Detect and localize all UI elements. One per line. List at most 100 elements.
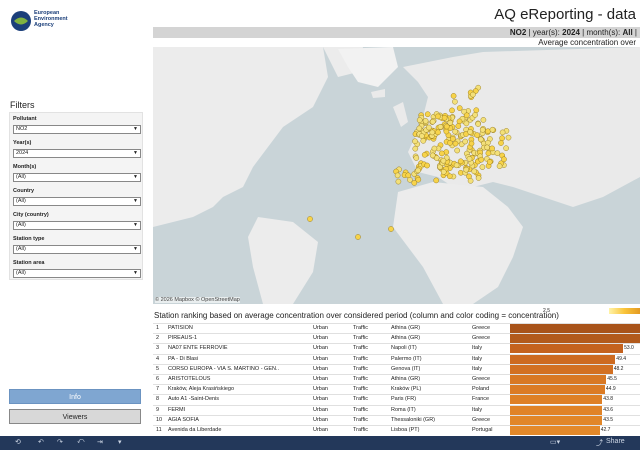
station-marker[interactable]	[505, 134, 512, 141]
station-marker[interactable]	[455, 123, 462, 129]
station-marker[interactable]	[479, 127, 486, 133]
revert-icon[interactable]: ⟲	[15, 438, 21, 446]
station-marker[interactable]	[479, 164, 486, 170]
station-marker[interactable]	[456, 118, 463, 125]
table-row[interactable]: 8 Auto A1 -Saint-Denis Urban Traffic Paris (…	[153, 394, 640, 405]
station-marker[interactable]	[475, 121, 481, 127]
more-icon[interactable]: ▾	[118, 438, 122, 446]
table-row[interactable]: 9 FERMI Urban Traffic Roma (IT) Italy 43.6	[153, 404, 640, 415]
station-marker[interactable]	[412, 145, 419, 152]
station-marker[interactable]	[388, 226, 394, 232]
station-marker[interactable]	[453, 162, 460, 169]
table-row[interactable]: 10 AGIA SOFIA Urban Traffic Thessaloniki (GR…	[153, 414, 640, 425]
filter-dropdown-6[interactable]: (All) ▼	[13, 269, 141, 278]
station-marker[interactable]	[452, 98, 458, 105]
station-marker[interactable]	[450, 93, 457, 99]
station-marker[interactable]	[494, 150, 501, 156]
map-canvas[interactable]	[153, 47, 640, 304]
station-marker[interactable]	[501, 156, 507, 163]
station-marker[interactable]	[485, 140, 491, 146]
table-row[interactable]: 1 PATISION Urban Traffic Athina (GR) Greece	[153, 323, 640, 333]
station-marker[interactable]	[429, 118, 436, 125]
station-marker[interactable]	[443, 123, 450, 130]
station-marker[interactable]	[499, 129, 506, 136]
station-marker[interactable]	[478, 156, 485, 163]
station-marker[interactable]	[499, 135, 505, 141]
station-marker[interactable]	[424, 162, 430, 169]
station-marker[interactable]	[468, 140, 475, 147]
pause-icon[interactable]: ⇥	[97, 438, 103, 446]
station-marker[interactable]	[489, 126, 496, 133]
station-marker[interactable]	[413, 155, 420, 161]
station-marker[interactable]	[435, 113, 441, 120]
station-marker[interactable]	[307, 216, 313, 222]
filter-dropdown-1[interactable]: 2024 ▼	[13, 149, 141, 158]
station-marker[interactable]	[456, 105, 463, 111]
station-marker[interactable]	[475, 175, 482, 181]
station-marker[interactable]	[421, 152, 428, 158]
station-marker[interactable]	[452, 128, 458, 135]
station-marker[interactable]	[457, 158, 464, 165]
station-marker[interactable]	[416, 117, 423, 123]
refresh-icon[interactable]: ⤺	[77, 438, 84, 446]
station-marker[interactable]	[463, 166, 470, 173]
station-marker[interactable]	[422, 118, 429, 124]
station-marker[interactable]	[449, 136, 456, 142]
station-marker[interactable]	[449, 107, 455, 114]
station-marker[interactable]	[433, 177, 440, 184]
station-marker[interactable]	[467, 129, 473, 135]
station-marker[interactable]	[355, 234, 361, 240]
station-marker[interactable]	[425, 124, 432, 131]
station-marker[interactable]	[472, 112, 478, 118]
station-marker[interactable]	[496, 163, 503, 169]
station-marker[interactable]	[412, 138, 418, 145]
table-row[interactable]: 5 CORSO EUROPA - VIA S. MARTINO - GEN.. Ur…	[153, 363, 640, 374]
station-marker[interactable]	[474, 132, 480, 138]
station-marker[interactable]	[452, 140, 459, 147]
table-row[interactable]: 3 NA07 ENTE FERROVIE Urban Traffic Napoli (I…	[153, 343, 640, 354]
table-row[interactable]: 11 Avenida da Liberdade Urban Traffic Lisboa…	[153, 424, 640, 435]
filter-dropdown-0[interactable]: NO2 ▼	[13, 125, 141, 134]
viewers-button[interactable]: Viewers	[9, 409, 141, 424]
station-marker[interactable]	[489, 145, 495, 152]
station-marker[interactable]	[429, 129, 436, 136]
undo-icon[interactable]: ↶	[38, 438, 44, 446]
station-marker[interactable]	[415, 167, 421, 174]
info-button[interactable]: Info	[9, 389, 141, 404]
share-button[interactable]: Share	[606, 438, 625, 445]
station-marker[interactable]	[435, 129, 441, 136]
filter-dropdown-3[interactable]: (All) ▼	[13, 197, 141, 206]
station-marker[interactable]	[484, 144, 490, 151]
filter-dropdown-5[interactable]: (All) ▼	[13, 245, 141, 254]
station-marker[interactable]	[446, 173, 453, 179]
station-marker[interactable]	[437, 124, 444, 130]
station-map[interactable]: © 2026 Mapbox © OpenStreetMap	[153, 47, 640, 304]
station-marker[interactable]	[498, 140, 504, 146]
table-row[interactable]: 6 ARISTOTELOUS Urban Traffic Athina (GR) Gree…	[153, 373, 640, 384]
device-preview-icon[interactable]: ▭▾	[550, 438, 560, 446]
station-marker[interactable]	[394, 172, 401, 179]
station-marker[interactable]	[470, 91, 476, 98]
filter-dropdown-4[interactable]: (All) ▼	[13, 221, 141, 230]
station-marker[interactable]	[405, 172, 411, 179]
station-marker[interactable]	[415, 176, 422, 183]
station-marker[interactable]	[471, 168, 478, 175]
station-marker[interactable]	[431, 145, 438, 152]
station-marker[interactable]	[454, 147, 461, 154]
station-marker[interactable]	[439, 150, 445, 157]
station-marker[interactable]	[462, 138, 469, 145]
filter-dropdown-2[interactable]: (All) ▼	[13, 173, 141, 182]
station-marker[interactable]	[473, 107, 480, 114]
station-marker[interactable]	[424, 111, 431, 117]
station-marker[interactable]	[467, 177, 474, 184]
station-marker[interactable]	[480, 117, 487, 123]
share-icon[interactable]: ⤴	[596, 438, 603, 448]
table-row[interactable]: 2 PIREAUS-1 Urban Traffic Athina (GR) Greece	[153, 333, 640, 344]
station-marker[interactable]	[466, 156, 473, 162]
station-marker[interactable]	[485, 150, 492, 157]
station-marker[interactable]	[395, 178, 402, 185]
station-marker[interactable]	[420, 138, 427, 144]
station-marker[interactable]	[440, 157, 447, 164]
station-marker[interactable]	[503, 145, 509, 151]
station-marker[interactable]	[463, 112, 470, 119]
